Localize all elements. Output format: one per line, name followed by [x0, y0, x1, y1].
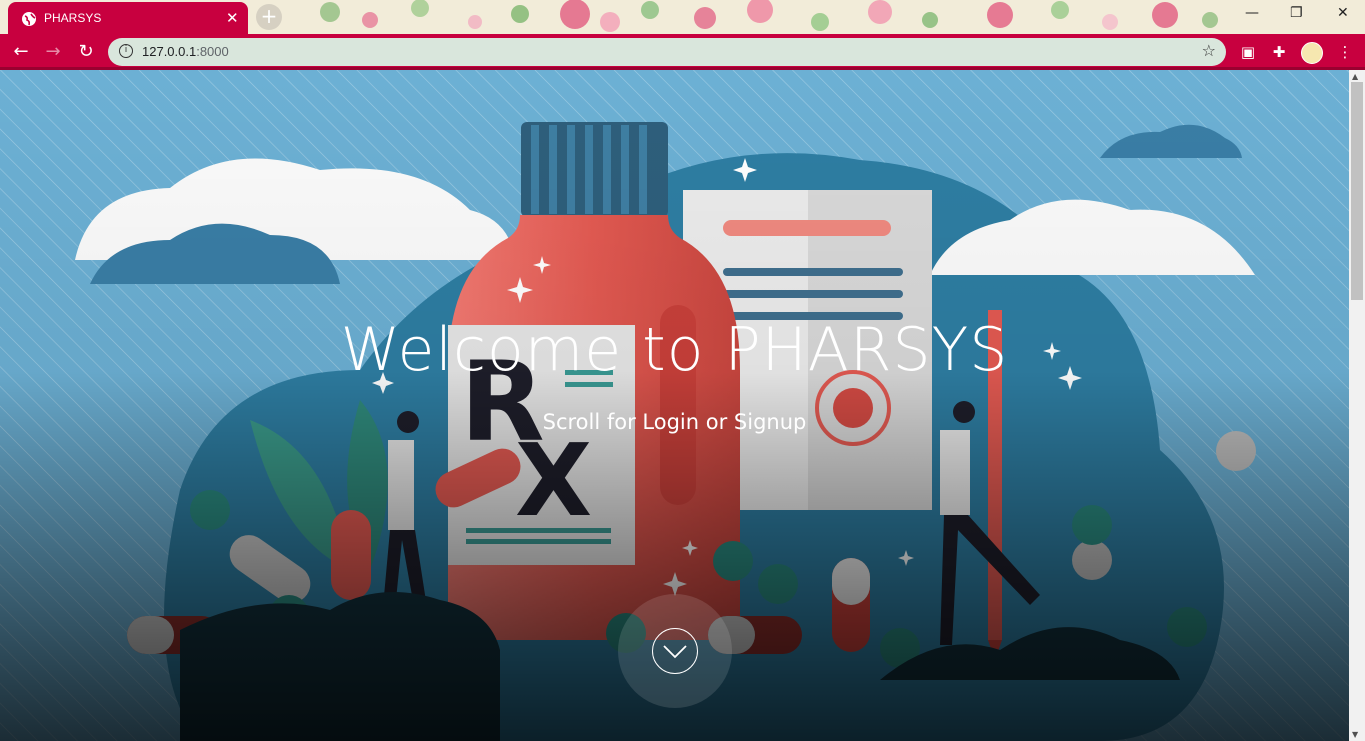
- avatar[interactable]: [1301, 42, 1323, 64]
- minimize-icon[interactable]: —: [1245, 5, 1259, 21]
- window-close-icon[interactable]: ✕: [1337, 5, 1349, 21]
- hero-title: Welcome to PHARSYS: [340, 315, 1009, 385]
- address-bar[interactable]: i 127.0.0.1:8000 ☆: [108, 38, 1226, 66]
- url-text[interactable]: 127.0.0.1:8000: [142, 44, 229, 59]
- tab-title: PHARSYS: [44, 11, 102, 25]
- restore-icon[interactable]: ❐: [1290, 5, 1303, 21]
- menu-dots-icon[interactable]: ⋮: [1335, 42, 1355, 62]
- puzzle-icon[interactable]: ✚: [1269, 42, 1289, 62]
- browser-tab-active[interactable]: PHARSYS ✕: [8, 2, 248, 34]
- browser-titlebar: PHARSYS ✕ + — ❐ ✕: [0, 0, 1365, 34]
- scrollbar-thumb[interactable]: [1351, 82, 1363, 300]
- new-tab-button[interactable]: +: [256, 4, 282, 30]
- scroll-down-arrow-icon[interactable]: ▼: [1352, 730, 1358, 739]
- extension-icon[interactable]: ▣: [1238, 42, 1258, 62]
- globe-icon: [22, 12, 36, 26]
- scroll-up-arrow-icon[interactable]: ▲: [1352, 72, 1358, 81]
- bookmark-star-icon[interactable]: ☆: [1202, 41, 1216, 60]
- page-scrollbar[interactable]: ▲ ▼: [1349, 70, 1365, 741]
- chevron-down-icon: [662, 644, 687, 658]
- hero-subtitle: Scroll for Login or Signup: [542, 410, 807, 434]
- back-arrow-icon[interactable]: ←: [9, 40, 33, 64]
- browser-toolbar: ← → ↻ i 127.0.0.1:8000 ☆ ▣ ✚ ⋮: [0, 34, 1365, 70]
- scroll-down-button[interactable]: [652, 628, 698, 674]
- forward-arrow-icon[interactable]: →: [41, 40, 65, 64]
- close-icon[interactable]: ✕: [226, 9, 239, 27]
- page-viewport: R X: [0, 70, 1349, 741]
- reload-icon[interactable]: ↻: [74, 40, 98, 64]
- info-icon[interactable]: i: [119, 44, 133, 58]
